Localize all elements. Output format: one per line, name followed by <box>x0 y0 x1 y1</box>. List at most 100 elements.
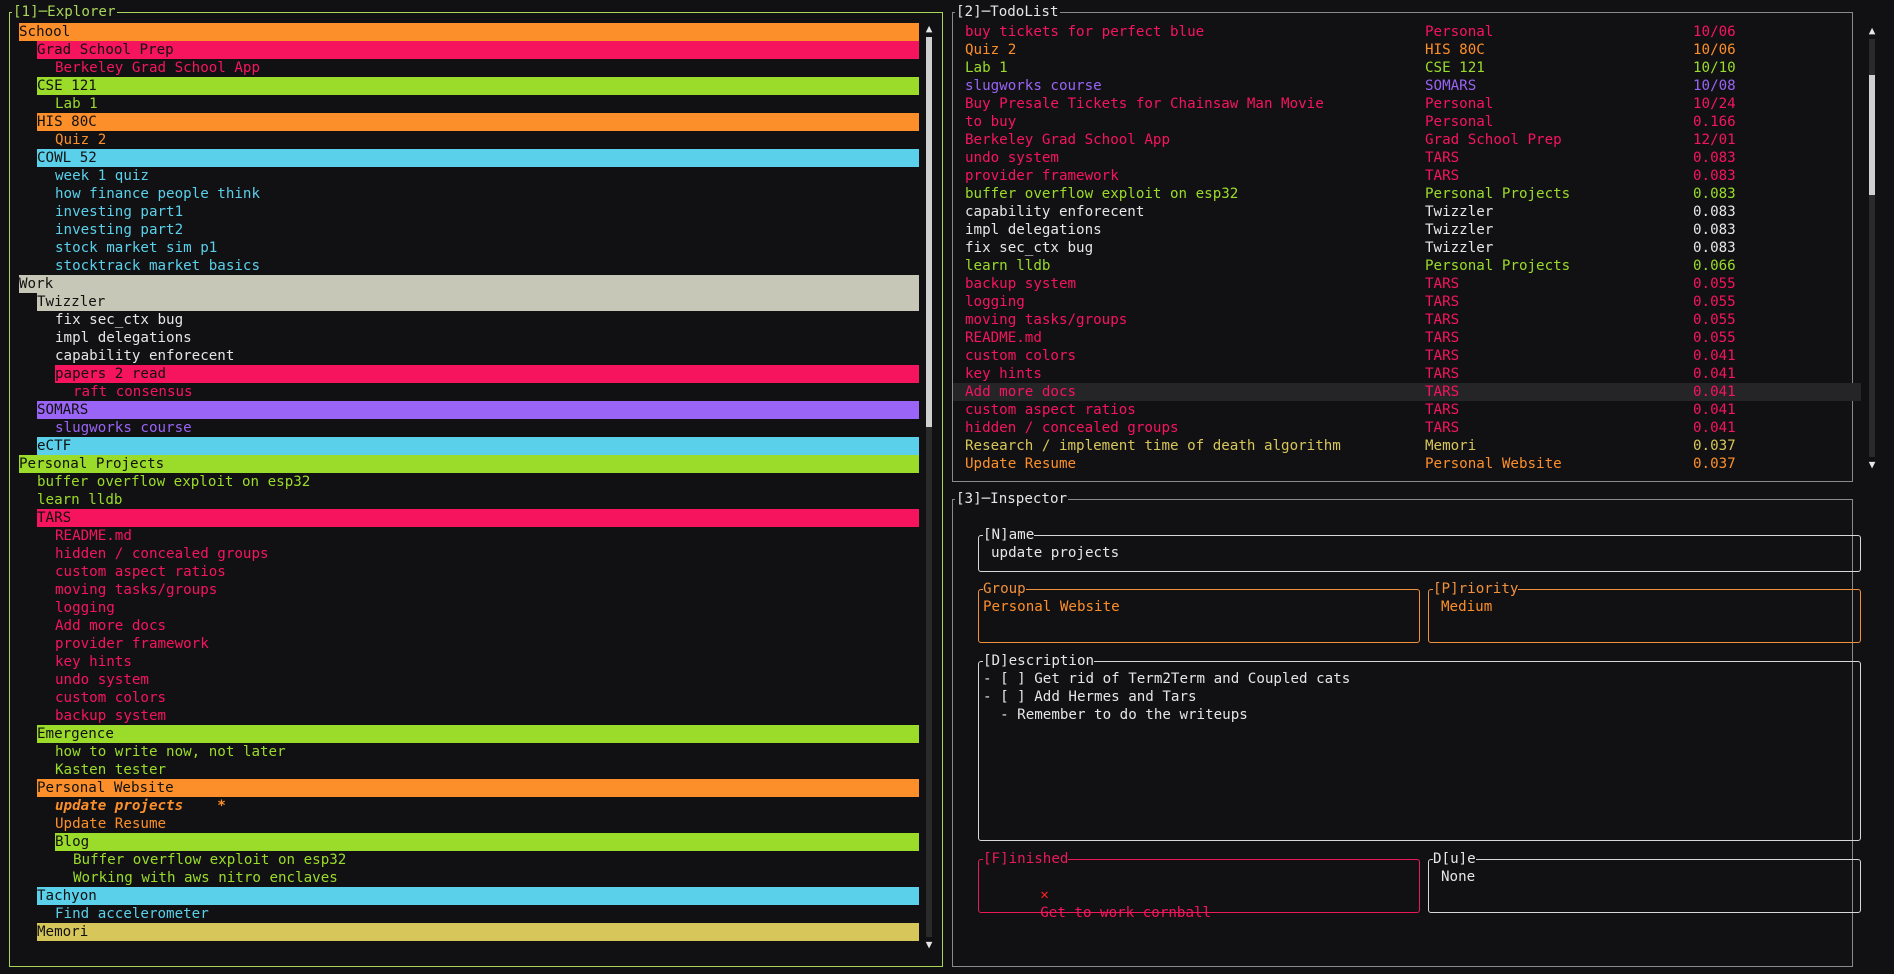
tree-item[interactable]: Find accelerometer <box>55 905 919 923</box>
todo-row[interactable]: fix sec_ctx bug Twizzler 0.083 <box>953 239 1861 257</box>
tree-item[interactable]: Memori <box>37 923 919 941</box>
todo-row[interactable]: custom aspect ratios TARS 0.041 <box>953 401 1861 419</box>
todo-row[interactable]: learn lldb Personal Projects 0.066 <box>953 257 1861 275</box>
todo-row[interactable]: Research / implement time of death algor… <box>953 437 1861 455</box>
tree-item[interactable]: hidden / concealed groups <box>55 545 919 563</box>
tree-item[interactable]: TARS <box>37 509 919 527</box>
tree-item[interactable]: Personal Projects <box>19 455 919 473</box>
tree-item[interactable]: Lab 1 <box>55 95 919 113</box>
scroll-up-icon[interactable]: ▲ <box>1867 25 1877 37</box>
tree-item[interactable]: fix sec_ctx bug <box>55 311 919 329</box>
tree-item[interactable]: CSE 121 <box>37 77 919 95</box>
scroll-down-icon[interactable]: ▼ <box>1867 459 1877 471</box>
description-line: - [ ] Add Hermes and Tars <box>983 689 1197 705</box>
tree-item[interactable]: stocktrack market basics <box>55 257 919 275</box>
group-value[interactable]: Personal Website <box>983 598 1120 616</box>
tree-item[interactable]: undo system <box>55 671 919 689</box>
tree-item[interactable]: buffer overflow exploit on esp32 <box>37 473 919 491</box>
todo-row[interactable]: backup system TARS 0.055 <box>953 275 1861 293</box>
tree-item[interactable]: week 1 quiz <box>55 167 919 185</box>
description-text[interactable]: - [ ] Get rid of Term2Term and Coupled c… <box>983 670 1350 724</box>
todo-row[interactable]: Lab 1 CSE 121 10/10 <box>953 59 1861 77</box>
todo-row[interactable]: README.md TARS 0.055 <box>953 329 1861 347</box>
todo-row[interactable]: buffer overflow exploit on esp32 Personal… <box>953 185 1861 203</box>
name-value[interactable]: update projects <box>991 544 1119 562</box>
tree-item[interactable]: Working with aws nitro enclaves <box>73 869 919 887</box>
tree-item[interactable]: Kasten tester <box>55 761 919 779</box>
tree-item[interactable]: stock market sim p1 <box>55 239 919 257</box>
todo-row[interactable]: undo system TARS 0.083 <box>953 149 1861 167</box>
tree-item[interactable]: Twizzler <box>37 293 919 311</box>
explorer-scrollbar[interactable]: ▲ ▼ <box>924 23 934 951</box>
tree-item[interactable]: Quiz 2 <box>55 131 919 149</box>
todo-row[interactable]: buy tickets for perfect blue Personal 10/0… <box>953 23 1861 41</box>
tree-item[interactable]: key hints <box>55 653 919 671</box>
tree-item[interactable]: investing part2 <box>55 221 919 239</box>
tree-item[interactable]: eCTF <box>37 437 919 455</box>
tree-item[interactable]: impl delegations <box>55 329 919 347</box>
tree-item[interactable]: provider framework <box>55 635 919 653</box>
todo-row[interactable]: provider framework TARS 0.083 <box>953 167 1861 185</box>
todo-row[interactable]: Quiz 2 HIS 80C 10/06 <box>953 41 1861 59</box>
tree-item[interactable]: investing part1 <box>55 203 919 221</box>
tree-item[interactable]: Grad School Prep <box>37 41 919 59</box>
tree-item[interactable]: SOMARS <box>37 401 919 419</box>
todo-row[interactable]: Add more docs TARS 0.041 <box>953 383 1861 401</box>
todo-row[interactable]: moving tasks/groups TARS 0.055 <box>953 311 1861 329</box>
todo-row[interactable]: capability enforecent Twizzler 0.083 <box>953 203 1861 221</box>
tree-item[interactable]: backup system <box>55 707 919 725</box>
todo-scrollbar[interactable]: ▲ ▼ <box>1867 25 1877 471</box>
scroll-thumb[interactable] <box>926 37 932 427</box>
tree-item[interactable]: Add more docs <box>55 617 919 635</box>
todo-name: undo system <box>965 150 1059 166</box>
priority-value[interactable]: Medium <box>1441 598 1492 616</box>
tree-item[interactable]: learn lldb <box>37 491 919 509</box>
scroll-up-icon[interactable]: ▲ <box>924 23 934 35</box>
todo-row[interactable]: Buy Presale Tickets for Chainsaw Man Mov… <box>953 95 1861 113</box>
tree-item[interactable]: Update Resume <box>55 815 919 833</box>
finished-field[interactable]: [F]inished ✕ Get to work cornball <box>978 850 1420 921</box>
todo-row[interactable]: key hints TARS 0.041 <box>953 365 1861 383</box>
tree-item[interactable]: School <box>19 23 919 41</box>
tree-item[interactable]: Berkeley Grad School App <box>55 59 919 77</box>
tree-item[interactable]: custom aspect ratios <box>55 563 919 581</box>
tree-item[interactable]: capability enforecent <box>55 347 919 365</box>
tree-item[interactable]: HIS 80C <box>37 113 919 131</box>
tree-item[interactable]: update projects * <box>55 797 919 815</box>
todo-row[interactable]: slugworks course SOMARS 10/08 <box>953 77 1861 95</box>
tree-item[interactable]: README.md <box>55 527 919 545</box>
tree-item[interactable]: moving tasks/groups <box>55 581 919 599</box>
tree-item[interactable]: Emergence <box>37 725 919 743</box>
tree-item[interactable]: how finance people think <box>55 185 919 203</box>
todo-row[interactable]: custom colors TARS 0.041 <box>953 347 1861 365</box>
tree-item-label: Work <box>19 276 54 292</box>
due-value[interactable]: None <box>1441 868 1475 886</box>
finished-value[interactable]: Get to work cornball <box>1040 905 1211 921</box>
tree-item[interactable]: Tachyon <box>37 887 919 905</box>
todo-value: 0.037 <box>1693 438 1736 454</box>
todo-row[interactable]: Berkeley Grad School App Grad School Prep… <box>953 131 1861 149</box>
tree-item[interactable]: raft consensus <box>73 383 919 401</box>
todo-row[interactable]: logging TARS 0.055 <box>953 293 1861 311</box>
tree-item[interactable]: Personal Website <box>37 779 919 797</box>
tree-item[interactable]: slugworks course <box>55 419 919 437</box>
todo-row[interactable]: hidden / concealed groups TARS 0.041 <box>953 419 1861 437</box>
description-field[interactable]: [D]escription - [ ] Get rid of Term2Term… <box>978 652 1861 841</box>
todo-row[interactable]: to buy Personal 0.166 <box>953 113 1861 131</box>
todo-row[interactable]: impl delegations Twizzler 0.083 <box>953 221 1861 239</box>
group-field[interactable]: Group Personal Website <box>978 580 1420 643</box>
tree-item[interactable]: Work <box>19 275 919 293</box>
tree-item[interactable]: custom colors <box>55 689 919 707</box>
tree-item[interactable]: COWL 52 <box>37 149 919 167</box>
tree-item[interactable]: Blog <box>55 833 919 851</box>
tree-item[interactable]: Buffer overflow exploit on esp32 <box>73 851 919 869</box>
name-field[interactable]: [N]ame update projects <box>978 526 1861 572</box>
scroll-down-icon[interactable]: ▼ <box>924 939 934 951</box>
todo-row[interactable]: Update Resume Personal Website 0.037 <box>953 455 1861 473</box>
priority-field[interactable]: [P]riority Medium <box>1428 580 1861 643</box>
tree-item[interactable]: papers 2 read <box>55 365 919 383</box>
due-field[interactable]: D[u]e None <box>1428 850 1861 913</box>
tree-item[interactable]: logging <box>55 599 919 617</box>
scroll-thumb[interactable] <box>1869 75 1875 195</box>
tree-item[interactable]: how to write now, not later <box>55 743 919 761</box>
